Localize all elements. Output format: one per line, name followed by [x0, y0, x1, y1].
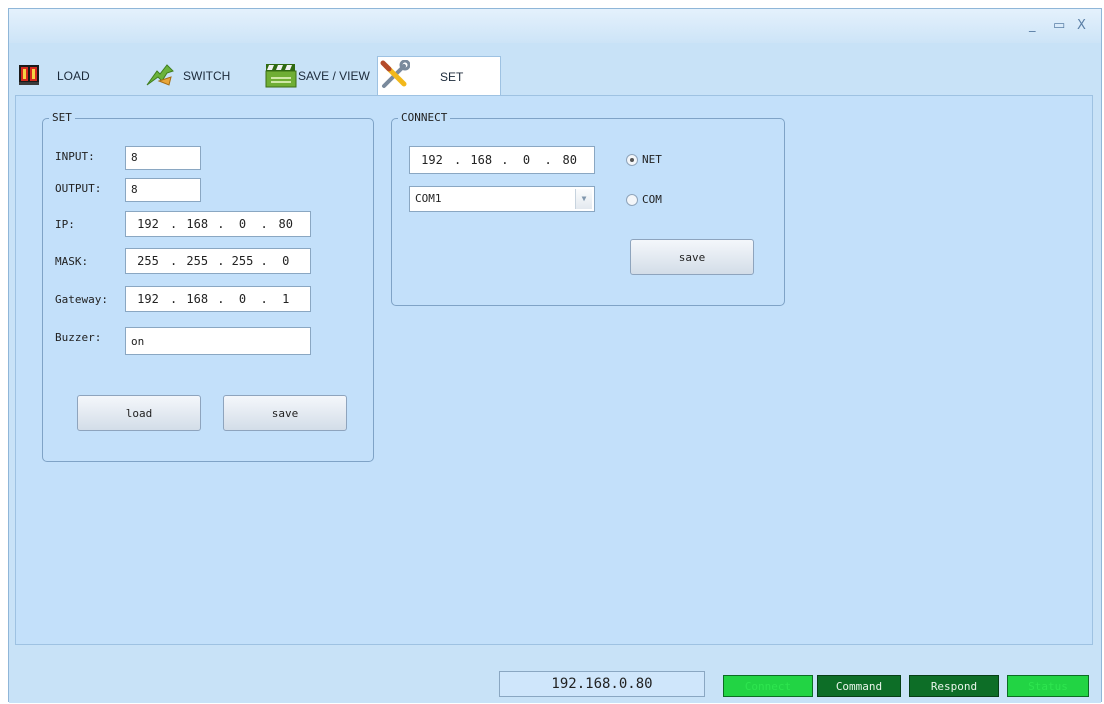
tab-bar: LOAD SWITCH SAVE / VIEW SET — [9, 56, 1101, 97]
gateway-field[interactable]: 192. 168. 0. 1 — [125, 286, 311, 312]
save-connection-button[interactable]: save — [630, 239, 754, 275]
subnet-mask-field[interactable]: 255. 255. 255. 0 — [125, 248, 311, 274]
gateway-octet: 168 — [186, 292, 209, 306]
input-label: INPUT: — [55, 150, 95, 163]
connect-ip-octet: 192 — [421, 153, 443, 167]
set-group-title: SET — [49, 111, 75, 124]
connect-indicator: Connect — [723, 675, 813, 697]
mask-octet: 0 — [282, 254, 290, 268]
tab-load[interactable]: LOAD — [19, 57, 119, 95]
status-indicator: Status — [1007, 675, 1089, 697]
app-window: _ ▭ X LOAD SWITCH SAVE / VIEW SET SET IN… — [8, 8, 1102, 703]
set-group: SET INPUT: 8 OUTPUT: 8 IP: 192. 168. 0. … — [42, 111, 374, 462]
input-count-field[interactable]: 8 — [125, 146, 201, 170]
output-count-field[interactable]: 8 — [125, 178, 201, 202]
mask-octet: 255 — [186, 254, 209, 268]
set-tab-panel: SET INPUT: 8 OUTPUT: 8 IP: 192. 168. 0. … — [15, 95, 1093, 645]
tab-save-view[interactable]: SAVE / VIEW — [265, 57, 373, 95]
tab-load-label: LOAD — [57, 69, 90, 83]
clapperboard-icon — [265, 62, 297, 91]
tab-save-view-label: SAVE / VIEW — [298, 69, 370, 83]
connect-ip-octet: 168 — [470, 153, 493, 167]
connect-ip-octet: 80 — [562, 153, 577, 167]
tab-set[interactable]: SET — [377, 56, 501, 96]
output-label: OUTPUT: — [55, 182, 102, 195]
com-port-select[interactable]: COM1 ▼ — [409, 186, 595, 212]
connect-group-title: CONNECT — [398, 111, 451, 124]
close-button[interactable]: X — [1077, 18, 1086, 33]
com-radio-label: COM — [642, 193, 662, 206]
ip-address-field[interactable]: 192. 168. 0. 80 — [125, 211, 311, 237]
load-button[interactable]: load — [77, 395, 201, 431]
tab-switch-label: SWITCH — [183, 69, 231, 83]
net-radio-label: NET — [642, 153, 662, 166]
maximize-button[interactable]: ▭ — [1053, 18, 1065, 33]
mask-label: MASK: — [55, 255, 89, 268]
connect-ip-field[interactable]: 192. 168. 0. 80 — [409, 146, 595, 174]
gateway-label: Gateway: — [55, 293, 108, 306]
mask-octet: 255 — [137, 254, 159, 268]
status-bar: 192.168.0.80 Connect Command Respond Sta… — [9, 665, 1101, 703]
gateway-octet: 1 — [282, 292, 290, 306]
connect-group: CONNECT 192. 168. 0. 80 NET COM1 ▼ COM s… — [391, 111, 785, 306]
ip-label: IP: — [55, 218, 75, 231]
ip-octet: 0 — [238, 217, 247, 231]
tab-switch[interactable]: SWITCH — [145, 57, 255, 95]
minimize-button[interactable]: _ — [1029, 18, 1036, 33]
status-ip-display: 192.168.0.80 — [499, 671, 705, 697]
title-bar: _ ▭ X — [9, 9, 1101, 43]
gateway-octet: 192 — [137, 292, 159, 306]
save-settings-button[interactable]: save — [223, 395, 347, 431]
connect-ip-octet: 0 — [522, 153, 531, 167]
ip-octet: 80 — [278, 217, 293, 231]
net-radio[interactable] — [626, 154, 638, 166]
wrench-tools-icon — [380, 59, 411, 93]
gateway-octet: 0 — [238, 292, 247, 306]
buzzer-field[interactable]: on — [125, 327, 311, 355]
com-port-value: COM1 — [415, 192, 442, 205]
com-radio[interactable] — [626, 194, 638, 206]
ip-octet: 192 — [137, 217, 159, 231]
radio-selected-dot — [630, 158, 634, 162]
command-indicator: Command — [817, 675, 901, 697]
ip-octet: 168 — [186, 217, 209, 231]
switch-arrows-icon — [145, 63, 175, 90]
chevron-down-icon[interactable]: ▼ — [575, 189, 592, 209]
tab-set-label: SET — [440, 69, 464, 84]
matrix-display-icon — [19, 64, 39, 88]
mask-octet: 255 — [231, 254, 254, 268]
buzzer-label: Buzzer: — [55, 331, 102, 344]
respond-indicator: Respond — [909, 675, 999, 697]
